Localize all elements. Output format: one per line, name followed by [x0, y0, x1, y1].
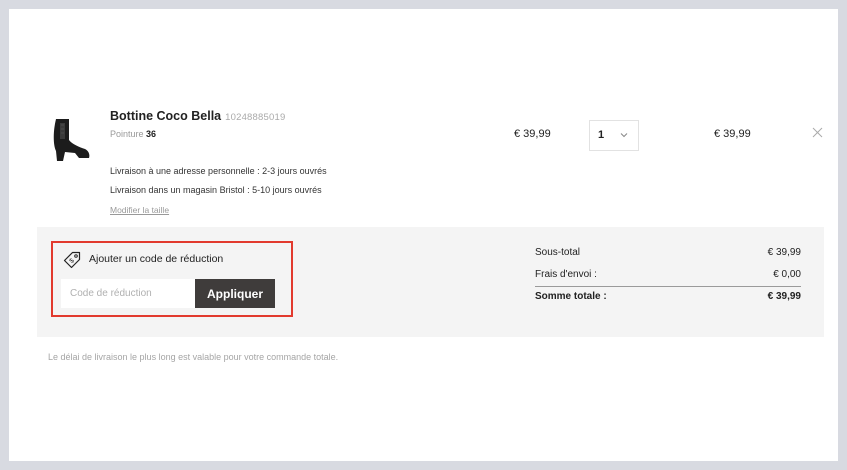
- ankle-boot-icon[interactable]: [43, 113, 91, 163]
- product-title[interactable]: Bottine Coco Bella 10248885019: [110, 109, 285, 123]
- cart-summary-panel: $ Ajouter un code de réduction Appliquer…: [37, 227, 824, 337]
- chevron-down-icon: [620, 133, 628, 138]
- discount-code-box: $ Ajouter un code de réduction Appliquer: [51, 241, 293, 317]
- shipping-value: € 0,00: [773, 269, 801, 280]
- discount-code-input[interactable]: [61, 279, 196, 308]
- apply-button[interactable]: Appliquer: [195, 279, 275, 308]
- size-value: 36: [146, 129, 157, 139]
- quantity-value: 1: [598, 129, 605, 141]
- shipping-label: Frais d'envoi :: [535, 269, 597, 280]
- cart-page: Bottine Coco Bella 10248885019 Pointure 3…: [9, 9, 838, 461]
- product-size: Pointure 36: [110, 129, 156, 139]
- line-total: € 39,99: [714, 128, 751, 140]
- total-row: Somme totale : € 39,99: [535, 291, 801, 302]
- unit-price: € 39,99: [514, 128, 551, 140]
- size-label: Pointure: [110, 129, 144, 139]
- total-value: € 39,99: [767, 291, 801, 302]
- subtotal-value: € 39,99: [767, 247, 801, 258]
- subtotal-row: Sous-total € 39,99: [535, 247, 801, 258]
- product-name[interactable]: Bottine Coco Bella: [110, 109, 221, 123]
- modify-size-link[interactable]: Modifier la taille: [110, 205, 169, 215]
- discount-title: Ajouter un code de réduction: [89, 253, 224, 265]
- tag-icon: $: [63, 251, 81, 269]
- quantity-select[interactable]: 1: [589, 120, 639, 151]
- delivery-home-info: Livraison à une adresse personnelle : 2-…: [110, 166, 327, 176]
- delivery-store-info: Livraison dans un magasin Bristol : 5-10…: [110, 185, 322, 195]
- delivery-note: Le délai de livraison le plus long est v…: [48, 352, 339, 362]
- total-label: Somme totale :: [535, 291, 607, 302]
- subtotal-label: Sous-total: [535, 247, 581, 258]
- summary-divider: [535, 286, 801, 287]
- product-sku: 10248885019: [225, 112, 286, 123]
- close-icon[interactable]: [811, 126, 824, 139]
- shipping-row: Frais d'envoi : € 0,00: [535, 269, 801, 280]
